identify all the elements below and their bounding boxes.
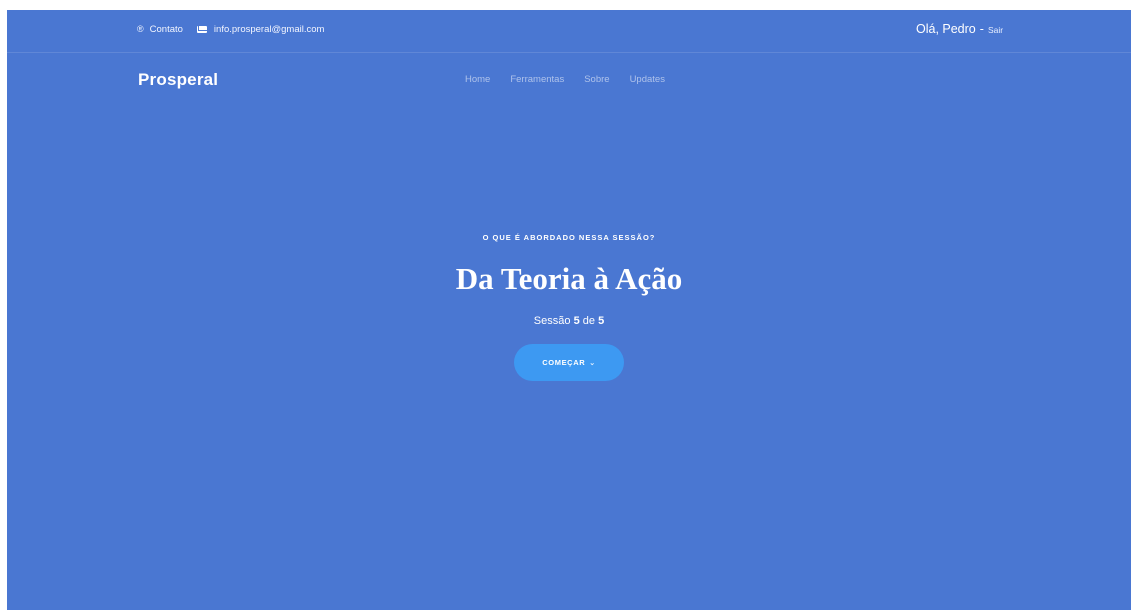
greeting-text: Olá, Pedro [916,22,976,36]
top-utility-bar: ® Contato info.prosperal@gmail.com Olá, … [7,10,1131,53]
nav-item-home[interactable]: Home [465,74,490,85]
session-middle: de [582,315,595,327]
contact-link[interactable]: ® Contato [137,24,183,35]
user-greeting: Olá, Pedro - Sair [916,22,1003,36]
email-address: info.prosperal@gmail.com [213,24,325,35]
greeting-separator: - [979,22,984,36]
main-nav: Home Ferramentas Sobre Updates [465,74,665,85]
contact-info: ® Contato info.prosperal@gmail.com [137,24,338,35]
email-link[interactable]: info.prosperal@gmail.com [196,24,325,35]
start-button[interactable]: COMEÇAR ⌄ [514,344,624,381]
brand-logo[interactable]: Prosperal [138,70,218,90]
session-total: 5 [598,315,605,327]
nav-item-ferramentas[interactable]: Ferramentas [510,74,564,85]
hero-section: O QUE É ABORDADO NESSA SESSÃO? Da Teoria… [7,230,1131,381]
logout-link[interactable]: Sair [988,25,1003,35]
session-prefix: Sessão [533,315,571,327]
session-current: 5 [573,315,580,327]
start-button-label: COMEÇAR [542,358,586,367]
contact-label: Contato [149,24,183,35]
nav-item-updates[interactable]: Updates [630,74,665,85]
session-progress: Sessão 5 de 5 [7,315,1131,327]
hero-title: Da Teoria à Ação [455,261,683,296]
help-circle-icon: ® [137,24,144,34]
nav-item-sobre[interactable]: Sobre [584,74,609,85]
hero-eyebrow: O QUE É ABORDADO NESSA SESSÃO? [482,233,656,242]
envelope-icon [196,26,207,33]
page: ® Contato info.prosperal@gmail.com Olá, … [7,10,1131,610]
chevron-down-icon: ⌄ [589,359,596,367]
